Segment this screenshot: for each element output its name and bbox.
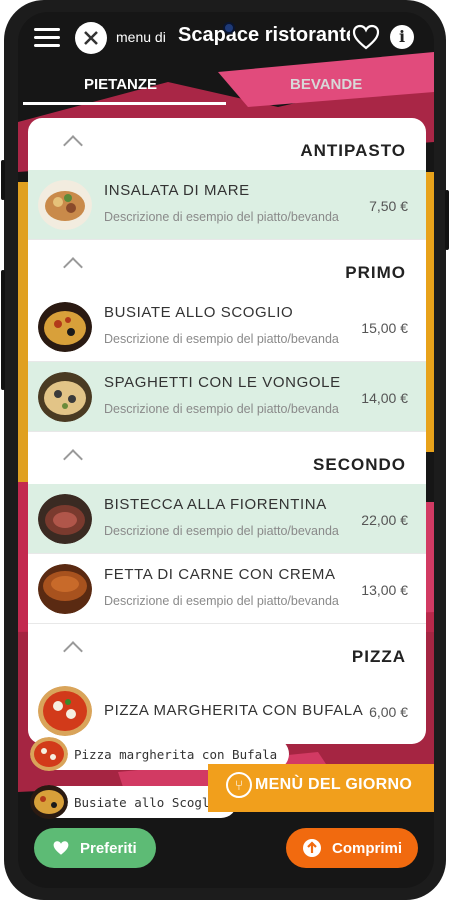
dish-name: INSALATA DI MARE bbox=[104, 182, 250, 199]
menu-item[interactable]: FETTA DI CARNE CON CREMA Descrizione di … bbox=[28, 554, 426, 624]
info-icon[interactable]: i bbox=[390, 25, 414, 49]
dish-description: Descrizione di esempio del piatto/bevand… bbox=[104, 332, 339, 346]
restaurant-name: Scapace ristorante bbox=[178, 24, 350, 46]
section-title: PIZZA bbox=[351, 647, 406, 666]
menu-list: ANTIPASTO INSALATA DI MARE Descrizione d… bbox=[28, 118, 426, 744]
chevron-up-icon[interactable] bbox=[63, 641, 83, 661]
dish-photo bbox=[30, 737, 68, 771]
phone-side-button bbox=[1, 160, 5, 200]
menu-item[interactable]: BISTECCA ALLA FIORENTINA Descrizione di … bbox=[28, 484, 426, 554]
dish-price: 7,50 € bbox=[369, 198, 408, 214]
section-header-secondo[interactable]: SECONDO bbox=[28, 432, 426, 484]
toast-label: Busiate allo Scoglio bbox=[74, 794, 225, 810]
dish-photo bbox=[38, 180, 92, 230]
daily-menu-label[interactable]: MENÙ DEL GIORNO bbox=[255, 776, 412, 794]
dish-photo bbox=[38, 564, 92, 614]
dish-name: BISTECCA ALLA FIORENTINA bbox=[104, 496, 327, 513]
section-header-pizza[interactable]: PIZZA bbox=[28, 624, 426, 676]
dish-name: SPAGHETTI CON LE VONGOLE bbox=[104, 374, 341, 391]
section-title: SECONDO bbox=[313, 455, 406, 474]
dish-photo bbox=[38, 686, 92, 736]
favorites-label: Preferiti bbox=[80, 839, 137, 857]
buy-label: Comprimi bbox=[332, 839, 403, 857]
section-header-primo[interactable]: PRIMO bbox=[28, 240, 426, 292]
dish-name: FETTA DI CARNE CON CREMA bbox=[104, 566, 336, 583]
hamburger-menu-icon[interactable] bbox=[34, 28, 60, 48]
dish-photo bbox=[38, 372, 92, 422]
dish-price: 13,00 € bbox=[361, 582, 408, 598]
dish-description: Descrizione di esempio del piatto/bevand… bbox=[104, 402, 339, 416]
dish-price: 6,00 € bbox=[369, 704, 408, 720]
menu-item[interactable]: PIZZA MARGHERITA CON BUFALA 6,00 € bbox=[28, 676, 426, 744]
cutlery-icon: ⑂ bbox=[226, 772, 252, 798]
category-tabs: PIETANZE BEVANDE bbox=[18, 64, 434, 106]
tab-bevande[interactable]: BEVANDE bbox=[290, 76, 362, 93]
menu-item[interactable]: SPAGHETTI CON LE VONGOLE Descrizione di … bbox=[28, 362, 426, 432]
app-screen: menu di Scapace ristorante i PIETANZE BE… bbox=[18, 12, 434, 888]
dish-name: BUSIATE ALLO SCOGLIO bbox=[104, 304, 294, 321]
buy-button[interactable]: Comprimi bbox=[286, 828, 418, 868]
cart-toast[interactable]: Busiate allo Scoglio bbox=[30, 785, 237, 819]
menu-item[interactable]: BUSIATE ALLO SCOGLIO Descrizione di esem… bbox=[28, 292, 426, 362]
menu-item[interactable]: INSALATA DI MARE Descrizione di esempio … bbox=[28, 170, 426, 240]
dish-price: 22,00 € bbox=[361, 512, 408, 528]
active-tab-indicator bbox=[23, 102, 226, 105]
menu-prefix-label: menu di bbox=[116, 29, 166, 45]
phone-power-button bbox=[445, 190, 449, 250]
dish-name: PIZZA MARGHERITA CON BUFALA bbox=[104, 702, 364, 719]
chevron-up-icon[interactable] bbox=[63, 257, 83, 277]
favorites-heart-icon[interactable] bbox=[352, 24, 380, 50]
section-title: PRIMO bbox=[345, 263, 406, 282]
tab-pietanze[interactable]: PIETANZE bbox=[84, 76, 157, 93]
restaurant-logo bbox=[75, 22, 107, 54]
favorites-button[interactable]: Preferiti bbox=[34, 828, 156, 868]
dish-description: Descrizione di esempio del piatto/bevand… bbox=[104, 594, 339, 608]
dish-photo bbox=[38, 302, 92, 352]
front-camera bbox=[223, 22, 235, 34]
heart-icon bbox=[53, 841, 69, 855]
dish-price: 15,00 € bbox=[361, 320, 408, 336]
toast-label: Pizza margherita con Bufala bbox=[74, 746, 278, 762]
arrow-up-circle-icon bbox=[303, 839, 321, 857]
dish-photo bbox=[30, 785, 68, 819]
app-header: menu di Scapace ristorante i bbox=[18, 12, 434, 64]
section-title: ANTIPASTO bbox=[300, 141, 406, 160]
section-header-antipasto[interactable]: ANTIPASTO bbox=[28, 118, 426, 170]
phone-volume-button bbox=[1, 270, 5, 390]
chevron-up-icon[interactable] bbox=[63, 135, 83, 155]
dish-price: 14,00 € bbox=[361, 390, 408, 406]
dish-description: Descrizione di esempio del piatto/bevand… bbox=[104, 210, 339, 224]
chevron-up-icon[interactable] bbox=[63, 449, 83, 469]
dish-photo bbox=[38, 494, 92, 544]
dish-description: Descrizione di esempio del piatto/bevand… bbox=[104, 524, 339, 538]
